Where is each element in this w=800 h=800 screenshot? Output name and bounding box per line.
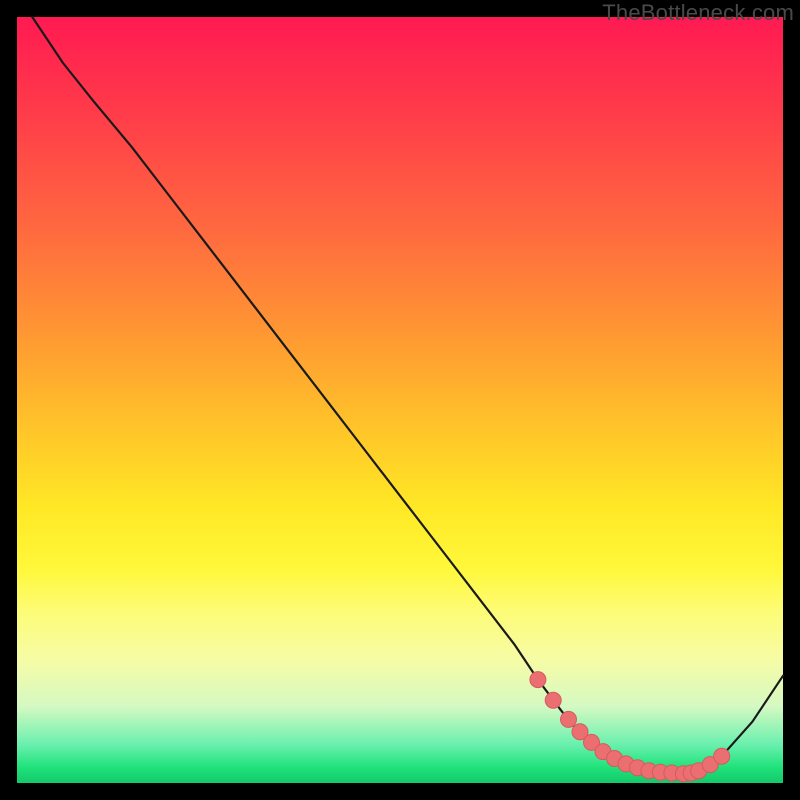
chart-frame: TheBottleneck.com — [0, 0, 800, 800]
gradient-plot-area — [17, 17, 783, 783]
